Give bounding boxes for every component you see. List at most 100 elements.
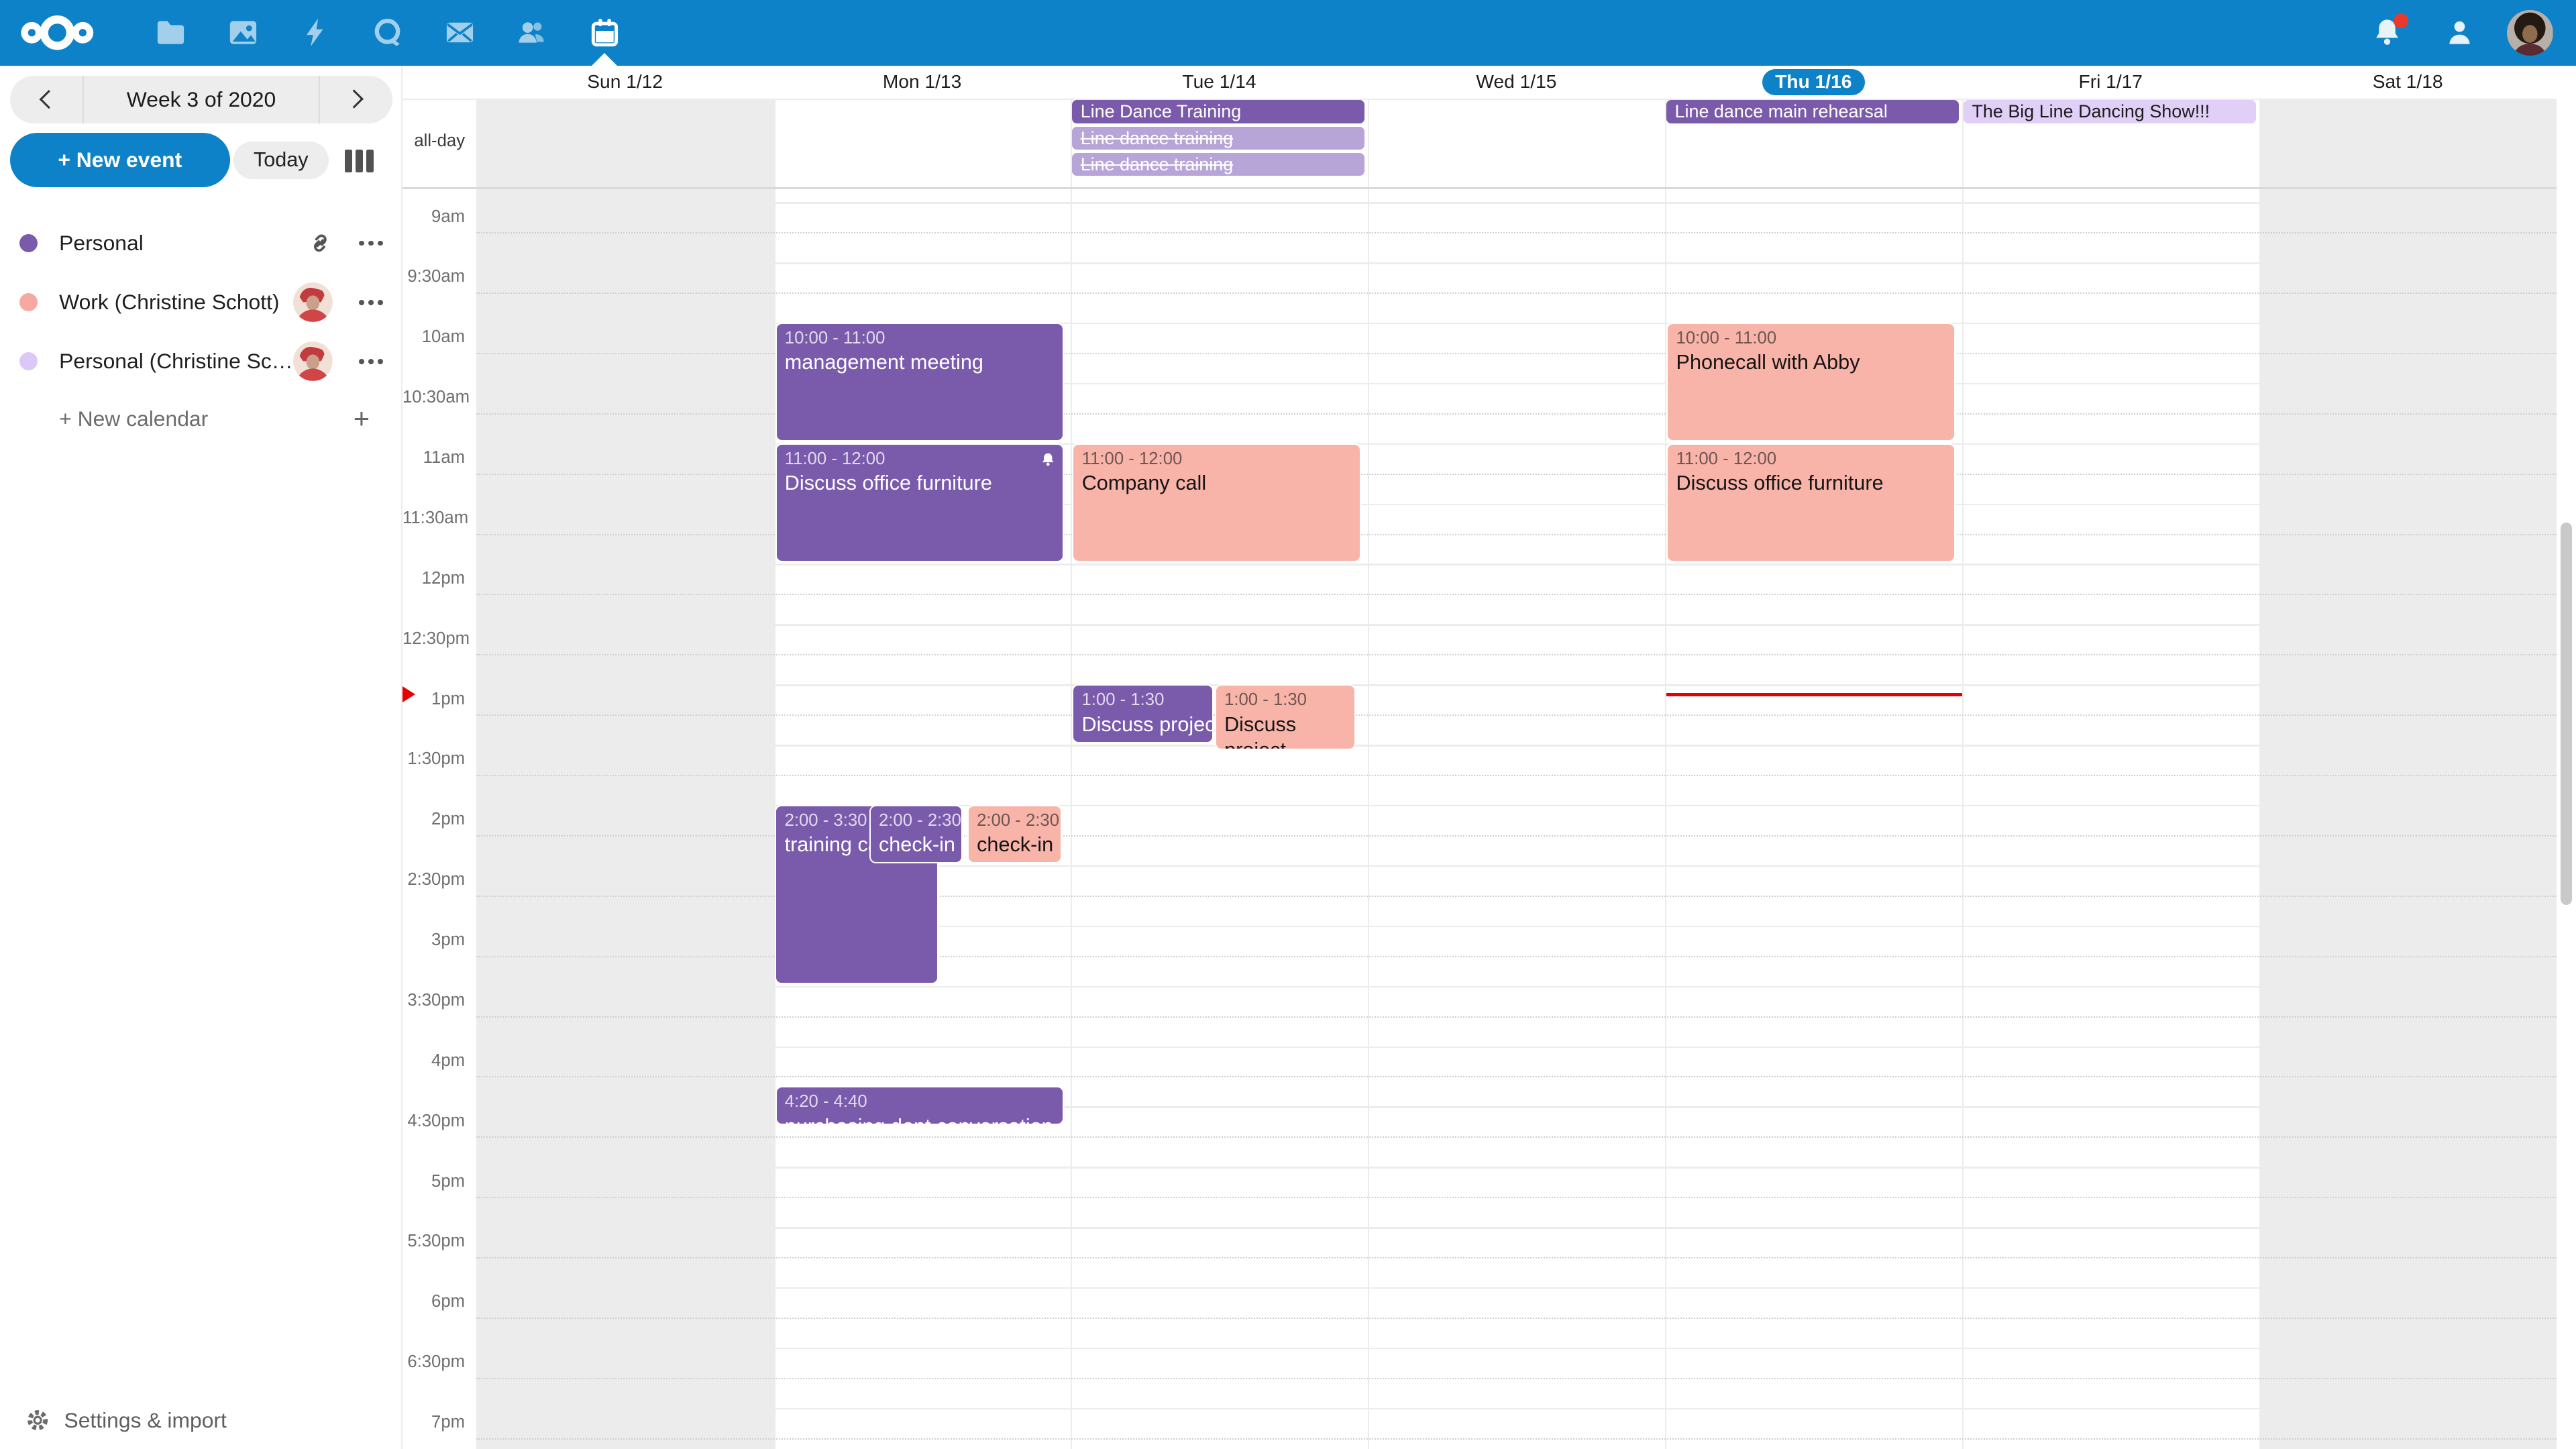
day-header-sun[interactable]: Sun 1/12: [476, 66, 773, 99]
calendar-name: Personal (Christine Schott): [59, 349, 293, 374]
time-label: 10:30am: [402, 388, 465, 407]
new-event-button[interactable]: + New event: [10, 133, 230, 187]
top-navigation-bar: [0, 0, 2576, 66]
event-block[interactable]: 10:00 - 11:00management meeting: [775, 323, 1065, 441]
sidebar-calendar-item[interactable]: Personal (Christine Schott): [0, 332, 402, 391]
time-label: 4:30pm: [402, 1112, 465, 1131]
allday-event[interactable]: The Big Line Dancing Show!!!: [1964, 100, 2256, 123]
event-block[interactable]: 1:00 - 1:30Discuss project announcement: [1072, 684, 1213, 743]
user-avatar[interactable]: [2507, 10, 2553, 56]
half-hour-line: [476, 262, 2556, 264]
calendar-name: Personal: [59, 231, 144, 256]
event-block[interactable]: 2:00 - 2:30check-in: [869, 805, 963, 863]
half-hour-line: [476, 1046, 2556, 1048]
nextcloud-calendar-app: Week 3 of 2020 + New event Today Persona…: [0, 0, 2576, 1449]
event-time: 10:00 - 11:00: [1676, 327, 1946, 350]
week-view-toggle-icon[interactable]: [345, 150, 384, 172]
day-column[interactable]: [1368, 187, 1665, 1449]
app-menu: [135, 0, 641, 66]
event-time: 10:00 - 11:00: [785, 327, 1055, 350]
mail-icon[interactable]: [424, 0, 496, 66]
quarter-hour-line: [476, 775, 2556, 776]
day-header-sat[interactable]: Sat 1/18: [2259, 66, 2557, 99]
talk-icon[interactable]: [352, 0, 424, 66]
half-hour-line: [476, 1227, 2556, 1228]
event-block[interactable]: 10:00 - 11:00Phonecall with Abby: [1666, 323, 1955, 441]
day-column[interactable]: [2259, 187, 2557, 1449]
allday-bottom-border: [402, 187, 2557, 189]
contacts-icon[interactable]: [496, 0, 569, 66]
settings-import-button[interactable]: Settings & import: [26, 1408, 227, 1433]
calendar-actions-menu[interactable]: [356, 234, 386, 252]
allday-event[interactable]: Line Dance Training: [1072, 100, 1364, 123]
day-header-thu[interactable]: Thu 1/16: [1665, 66, 1962, 99]
today-header-pill: Thu 1/16: [1762, 69, 1865, 95]
next-week-button[interactable]: [319, 76, 392, 123]
vertical-scrollbar: [2557, 66, 2576, 1449]
half-hour-line: [476, 745, 2556, 746]
event-time: 1:00 - 1:30: [1224, 689, 1346, 711]
week-navigation: Week 3 of 2020: [10, 76, 393, 123]
sidebar-calendar-item[interactable]: Personal: [0, 213, 402, 272]
time-label: 5:30pm: [402, 1232, 465, 1251]
calendar-actions-menu[interactable]: [356, 352, 386, 370]
time-label: 11:30am: [402, 508, 465, 528]
allday-event[interactable]: Line dance training: [1072, 153, 1364, 176]
new-calendar-button[interactable]: + New calendar +: [0, 391, 402, 447]
share-link-icon[interactable]: [308, 231, 333, 256]
activity-icon[interactable]: [279, 0, 352, 66]
plus-icon: +: [354, 402, 370, 435]
calendar-color-dot: [19, 352, 38, 370]
calendar-name: Work (Christine Schott): [59, 290, 279, 315]
sidebar-calendar-item[interactable]: Work (Christine Schott): [0, 273, 402, 332]
column-separator: [1665, 99, 1666, 1449]
calendar-actions-menu[interactable]: [356, 293, 386, 311]
event-block[interactable]: 11:00 - 12:00Discuss office furniture: [775, 443, 1065, 562]
current-time-arrow-icon: [402, 686, 415, 702]
scrollbar-thumb[interactable]: [2561, 523, 2572, 906]
nextcloud-logo[interactable]: [19, 0, 95, 66]
contacts-menu-icon[interactable]: [2434, 0, 2483, 66]
quarter-hour-line: [476, 292, 2556, 294]
quarter-hour-line: [476, 1438, 2556, 1440]
half-hour-line: [476, 1348, 2556, 1349]
time-label: 6:30pm: [402, 1352, 465, 1372]
allday-event[interactable]: Line dance training: [1072, 127, 1364, 150]
calendar-icon[interactable]: [568, 0, 641, 66]
day-header-mon[interactable]: Mon 1/13: [773, 66, 1071, 99]
notifications-bell-icon[interactable]: [2363, 0, 2412, 66]
day-column[interactable]: [1071, 187, 1368, 1449]
event-title: management meeting: [785, 350, 1055, 375]
photos-icon[interactable]: [207, 0, 280, 66]
event-time: 11:00 - 12:00: [1676, 448, 1946, 470]
previous-week-button[interactable]: [10, 76, 84, 123]
half-hour-line: [476, 564, 2556, 565]
new-calendar-label: + New calendar: [59, 407, 208, 431]
half-hour-line: [476, 1408, 2556, 1409]
time-label: 7pm: [402, 1413, 465, 1432]
half-hour-line: [476, 986, 2556, 987]
files-icon[interactable]: [135, 0, 207, 66]
day-column[interactable]: [1962, 187, 2259, 1449]
quarter-hour-line: [476, 654, 2556, 655]
time-label: 3pm: [402, 930, 465, 950]
allday-event[interactable]: Line dance main rehearsal: [1666, 100, 1959, 123]
event-block[interactable]: 4:20 - 4:40purchasing dept conversation: [775, 1086, 1065, 1124]
quarter-hour-line: [476, 1136, 2556, 1138]
half-hour-line: [476, 1287, 2556, 1289]
day-header-fri[interactable]: Fri 1/17: [1962, 66, 2259, 99]
today-button[interactable]: Today: [233, 142, 329, 179]
day-header-wed[interactable]: Wed 1/15: [1368, 66, 1665, 99]
event-block[interactable]: 1:00 - 1:30Discuss project announcement: [1215, 684, 1356, 750]
day-header-tue[interactable]: Tue 1/14: [1071, 66, 1368, 99]
time-label: 12pm: [402, 569, 465, 588]
event-block[interactable]: 11:00 - 12:00Discuss office furniture: [1666, 443, 1955, 562]
day-column[interactable]: [476, 187, 773, 1449]
time-label: 5pm: [402, 1172, 465, 1191]
event-title: Discuss office furniture: [1676, 470, 1946, 496]
gear-icon: [26, 1409, 49, 1432]
quarter-hour-line: [476, 1378, 2556, 1379]
event-block[interactable]: 2:00 - 2:30check-in: [967, 805, 1062, 863]
time-label: 12:30pm: [402, 629, 465, 649]
event-block[interactable]: 11:00 - 12:00Company call: [1072, 443, 1361, 562]
